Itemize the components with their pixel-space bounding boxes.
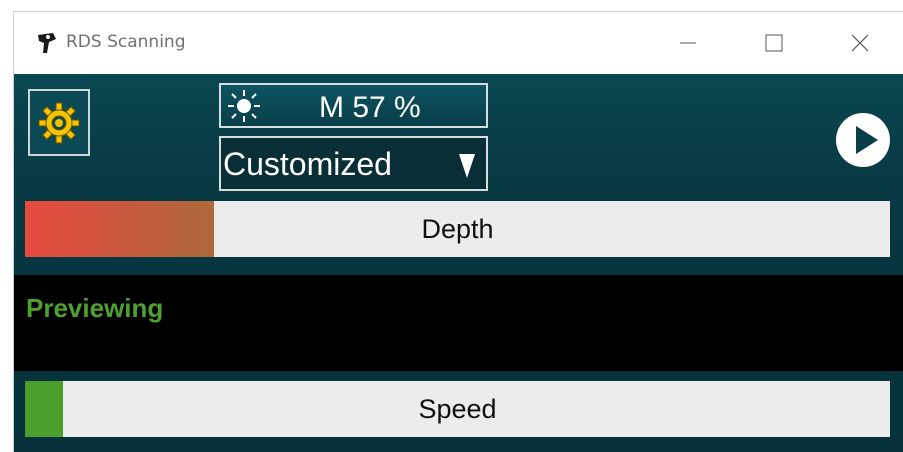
minimize-button[interactable] bbox=[668, 25, 708, 61]
window-title: RDS Scanning bbox=[66, 32, 186, 52]
depth-bar[interactable]: Depth bbox=[25, 201, 890, 257]
speed-bar-label: Speed bbox=[418, 393, 497, 424]
sun-icon bbox=[228, 90, 260, 122]
brightness-control[interactable]: M 57 % bbox=[219, 83, 488, 128]
status-text: Previewing bbox=[26, 293, 164, 323]
status-panel: Previewing bbox=[14, 275, 903, 371]
title-bar[interactable]: RDS Scanning bbox=[14, 12, 903, 74]
play-button[interactable] bbox=[835, 112, 891, 168]
dropdown-arrow-icon bbox=[459, 154, 475, 178]
depth-bar-label: Depth bbox=[421, 213, 494, 244]
mode-selected-value: Customized bbox=[223, 146, 392, 182]
close-button[interactable] bbox=[840, 25, 880, 61]
scanner-panel: M 57 % Customized Depth Previewing Speed bbox=[14, 74, 903, 452]
app-window: RDS Scanning M 57 % Customized Depth Pre… bbox=[14, 12, 903, 452]
settings-button[interactable] bbox=[28, 89, 90, 156]
camera-icon bbox=[38, 33, 56, 53]
mode-dropdown[interactable]: Customized bbox=[219, 136, 488, 191]
speed-bar[interactable]: Speed bbox=[25, 381, 890, 437]
brightness-value: M 57 % bbox=[319, 91, 421, 124]
maximize-button[interactable] bbox=[754, 25, 794, 61]
gear-icon bbox=[38, 102, 80, 143]
